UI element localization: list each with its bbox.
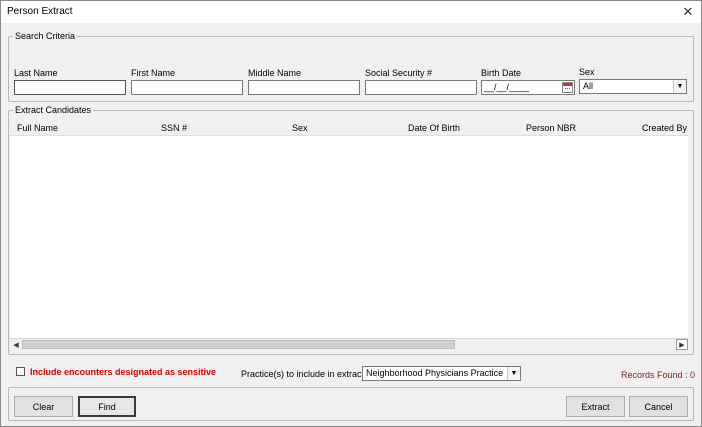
practice-label: Practice(s) to include in extract:	[241, 369, 367, 379]
clear-button[interactable]: Clear	[14, 396, 73, 417]
ssn-input[interactable]	[365, 80, 477, 95]
middle-name-input[interactable]	[248, 80, 360, 95]
scrollbar-thumb[interactable]	[22, 340, 455, 349]
sex-label: Sex	[579, 67, 595, 77]
calendar-icon[interactable]	[562, 82, 573, 93]
last-name-input[interactable]	[14, 80, 126, 95]
column-header-ssn[interactable]: SSN #	[161, 123, 187, 133]
window-title: Person Extract	[7, 6, 73, 17]
first-name-label: First Name	[131, 68, 176, 78]
chevron-down-icon[interactable]: ▼	[507, 367, 520, 380]
first-name-input[interactable]	[131, 80, 243, 95]
column-header-date-of-birth[interactable]: Date Of Birth	[408, 123, 460, 133]
candidates-grid: Full Name SSN # Sex Date Of Birth Person…	[9, 108, 693, 354]
grid-header: Full Name SSN # Sex Date Of Birth Person…	[10, 121, 688, 135]
birth-date-value: __/__/____	[484, 82, 530, 92]
middle-name-label: Middle Name	[248, 68, 302, 78]
scroll-left-icon[interactable]: ◀	[10, 339, 22, 350]
column-header-sex[interactable]: Sex	[292, 123, 308, 133]
sex-select[interactable]: All ▼	[579, 79, 687, 94]
cancel-button[interactable]: Cancel	[629, 396, 688, 417]
sensitive-label: Include encounters designated as sensiti…	[30, 367, 217, 377]
column-header-full-name[interactable]: Full Name	[17, 123, 58, 133]
title-bar: Person Extract ✕	[1, 1, 701, 23]
extract-button[interactable]: Extract	[566, 396, 625, 417]
sex-select-value: All	[583, 81, 594, 91]
search-criteria-legend: Search Criteria	[15, 31, 76, 41]
birth-date-label: Birth Date	[481, 68, 522, 78]
practice-select-value: Neighborhood Physicians Practice	[366, 368, 504, 378]
column-header-person-nbr[interactable]: Person NBR	[526, 123, 576, 133]
records-found: Records Found : 0	[621, 370, 696, 380]
ssn-label: Social Security #	[365, 68, 433, 78]
person-extract-dialog: Person Extract ✕ Search Criteria Last Na…	[0, 0, 702, 427]
last-name-label: Last Name	[14, 68, 58, 78]
close-icon[interactable]: ✕	[675, 1, 701, 23]
birth-date-input[interactable]: __/__/____	[481, 80, 575, 95]
grid-body[interactable]	[10, 135, 688, 338]
chevron-down-icon[interactable]: ▼	[673, 80, 686, 93]
practice-select[interactable]: Neighborhood Physicians Practice ▼	[362, 366, 521, 381]
horizontal-scrollbar[interactable]: ◀ ▶	[10, 338, 688, 350]
sensitive-checkbox[interactable]	[16, 367, 25, 376]
find-button[interactable]: Find	[78, 396, 136, 417]
scroll-right-icon[interactable]: ▶	[676, 339, 688, 350]
column-header-created-by[interactable]: Created By	[642, 123, 687, 133]
